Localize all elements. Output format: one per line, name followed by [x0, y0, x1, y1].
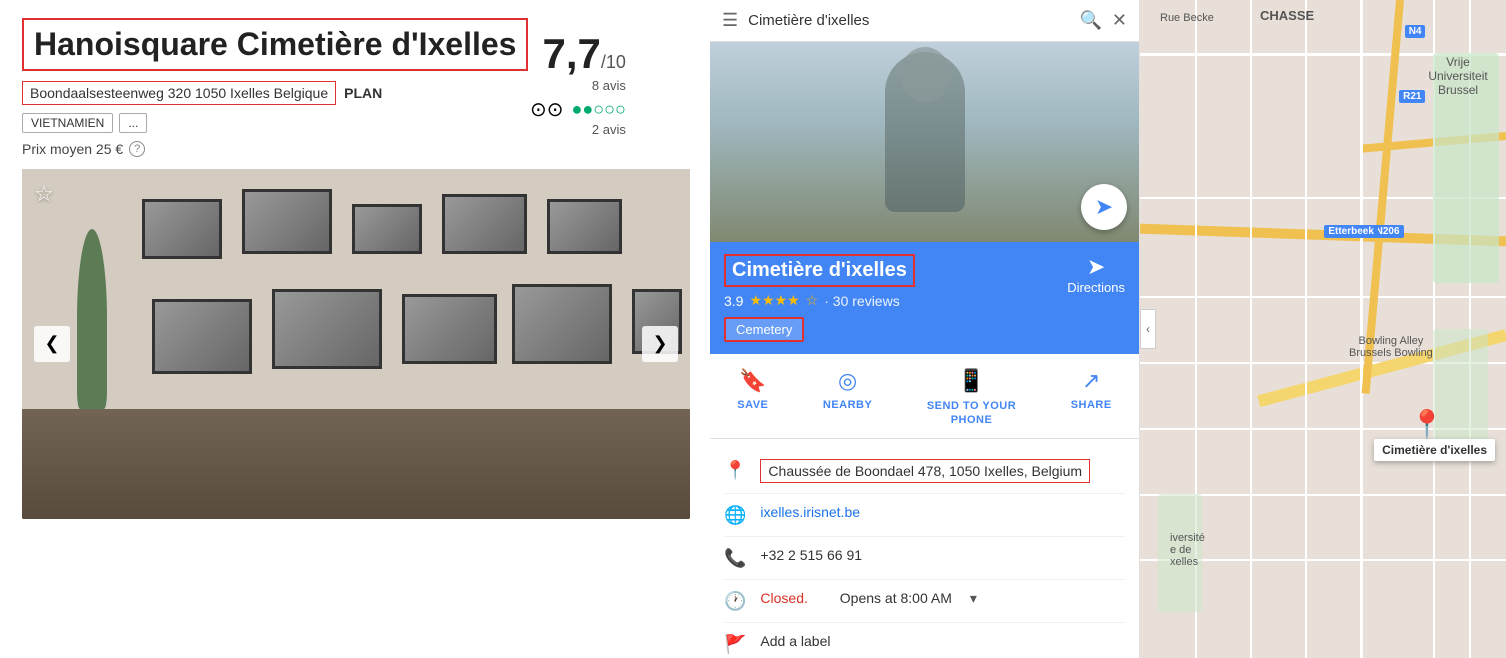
gm-rating-row: 3.9 ★★★★ ☆ · 30 reviews — [724, 292, 915, 309]
gm-place-name-box: Cimetière d'ixelles — [724, 254, 915, 287]
gm-actions-bar: 🔖 SAVE ◎ NEARBY 📱 SEND TO YOURPHONE ↗ SH… — [710, 354, 1139, 439]
phone-icon: 📞 — [724, 548, 746, 569]
gm-search-icon[interactable]: 🔍 — [1079, 10, 1101, 31]
gm-stars: ★★★★ — [749, 292, 799, 309]
gm-address-row: 📍 Chaussée de Boondael 478, 1050 Ixelles… — [724, 449, 1125, 494]
gm-hours-detail: Opens at 8:00 AM — [840, 590, 952, 606]
restaurant-photo — [22, 169, 690, 519]
gm-website-row: 🌐 ixelles.irisnet.be — [724, 494, 1125, 537]
favorite-star[interactable]: ☆ — [34, 181, 54, 207]
ta-reviews: 2 avis — [530, 122, 626, 137]
gm-details-section: 📍 Chaussée de Boondael 478, 1050 Ixelles… — [710, 439, 1139, 658]
gm-hours-row: 🕐 Closed. Opens at 8:00 AM ▾ — [724, 580, 1125, 623]
google-maps-panel: ☰ 🔍 ✕ ➤ Cimetière d'ixelles 3.9 ★★★★ ☆ ·… — [710, 0, 1140, 658]
gm-phone[interactable]: +32 2 515 66 91 — [760, 547, 862, 563]
gm-review-count: · 30 reviews — [824, 293, 899, 309]
map-background[interactable]: Rue Becke CHASSE N4 R21 N206 Etterbeek V… — [1140, 0, 1506, 658]
help-icon[interactable]: ? — [129, 141, 145, 157]
map-pin-label: Cimetière d'ixelles — [1374, 439, 1495, 461]
hours-expand-icon[interactable]: ▾ — [970, 590, 977, 607]
share-icon: ↗ — [1082, 368, 1100, 394]
gm-directions-label: Directions — [1067, 280, 1125, 295]
gm-nearby-button[interactable]: ◎ NEARBY — [813, 368, 882, 428]
label-flag-icon: 🚩 — [724, 634, 746, 655]
map-collapse-button[interactable]: ‹ — [1140, 309, 1156, 349]
ta-rating-circles: ●●○○○ — [572, 99, 626, 120]
nearby-label: NEARBY — [823, 399, 872, 411]
photo-container: ☆ ❮ ❯ — [22, 169, 690, 519]
gm-hours-status: Closed. — [760, 590, 807, 606]
gm-label-prompt[interactable]: Add a label — [760, 633, 830, 649]
gm-label-row: 🚩 Add a label — [724, 623, 1125, 658]
photo-section: ☆ ❮ ❯ — [0, 169, 710, 519]
gm-rating-num: 3.9 — [724, 293, 743, 309]
gm-photo-content — [710, 42, 1139, 242]
map-label-bowling: Bowling AlleyBrussels Bowling — [1349, 335, 1433, 359]
tag-vietnamien[interactable]: VIETNAMIEN — [22, 113, 113, 133]
map-badge-n4: N4 — [1405, 25, 1426, 38]
gm-share-button[interactable]: ↗ SHARE — [1061, 368, 1122, 428]
address-pin-icon: 📍 — [724, 460, 746, 481]
gm-address-text: Chaussée de Boondael 478, 1050 Ixelles, … — [760, 459, 1090, 483]
directions-arrow-icon: ➤ — [1095, 194, 1113, 220]
prev-photo-button[interactable]: ❮ — [34, 326, 70, 362]
rating-section: 7,7/10 8 avis ⊙⊙ ●●○○○ 2 avis — [530, 30, 626, 137]
send-to-phone-label: SEND TO YOURPHONE — [927, 399, 1016, 428]
gm-place-info: Cimetière d'ixelles 3.9 ★★★★ ☆ · 30 revi… — [724, 254, 915, 342]
map-location-pin: 📍 — [1410, 408, 1445, 441]
gm-close-icon[interactable]: ✕ — [1112, 10, 1127, 31]
tripadvisor-logo: ⊙⊙ — [530, 97, 564, 122]
map-label-vrije: VrijeUniversiteitBrussel — [1428, 55, 1487, 97]
save-icon: 🔖 — [739, 368, 766, 394]
rating-count: 8 avis — [530, 78, 626, 93]
gm-category-button[interactable]: Cemetery — [724, 317, 804, 342]
save-label: SAVE — [737, 399, 768, 411]
website-icon: 🌐 — [724, 505, 746, 526]
rating-max: /10 — [601, 52, 626, 72]
clock-icon: 🕐 — [724, 591, 746, 612]
share-label: SHARE — [1071, 399, 1112, 411]
prix-row: Prix moyen 25 € ? — [22, 141, 688, 157]
gm-info-bar: Cimetière d'ixelles 3.9 ★★★★ ☆ · 30 revi… — [710, 242, 1139, 354]
gm-save-button[interactable]: 🔖 SAVE — [727, 368, 778, 428]
gm-header: ☰ 🔍 ✕ — [710, 0, 1139, 42]
gm-directions-text-area[interactable]: ➤ Directions — [1067, 254, 1125, 295]
map-label-chasse: CHASSE — [1260, 8, 1314, 23]
gm-place-photo: ➤ — [710, 42, 1139, 242]
place-title-box: Hanoisquare Cimetière d'Ixelles — [22, 18, 528, 71]
map-badge-etterbeek: Etterbeek — [1324, 225, 1378, 238]
gm-send-to-phone-button[interactable]: 📱 SEND TO YOURPHONE — [917, 368, 1026, 428]
nearby-icon: ◎ — [838, 368, 857, 394]
map-label-rue-becke: Rue Becke — [1160, 12, 1214, 24]
gm-star-half: ☆ — [806, 292, 819, 309]
tag-more[interactable]: ... — [119, 113, 147, 133]
gm-directions-icon: ➤ — [1067, 254, 1125, 280]
left-panel: Hanoisquare Cimetière d'Ixelles 7,7/10 8… — [0, 0, 710, 658]
send-to-phone-icon: 📱 — [958, 368, 985, 394]
gm-search-input[interactable] — [748, 12, 1069, 29]
gm-phone-row: 📞 +32 2 515 66 91 — [724, 537, 1125, 580]
gm-place-name: Cimetière d'ixelles — [732, 259, 907, 281]
gm-directions-fab[interactable]: ➤ — [1081, 184, 1127, 230]
tripadvisor-row: ⊙⊙ ●●○○○ — [530, 97, 626, 122]
place-title: Hanoisquare Cimetière d'Ixelles — [34, 26, 516, 63]
gm-website[interactable]: ixelles.irisnet.be — [760, 504, 860, 520]
rating-score: 7,7 — [542, 30, 600, 77]
next-photo-button[interactable]: ❯ — [642, 326, 678, 362]
hamburger-menu-icon[interactable]: ☰ — [722, 10, 738, 31]
map-badge-r21: R21 — [1399, 90, 1425, 103]
plan-link[interactable]: PLAN — [344, 85, 382, 101]
prix-label: Prix moyen 25 € — [22, 141, 123, 157]
map-label-universite: iversitée dexelles — [1170, 532, 1205, 568]
address-box: Boondaalsesteenweg 320 1050 Ixelles Belg… — [22, 81, 336, 105]
map-panel: ‹ Rue Becke CHASSE N4 R21 N206 Etterbeek… — [1140, 0, 1506, 658]
